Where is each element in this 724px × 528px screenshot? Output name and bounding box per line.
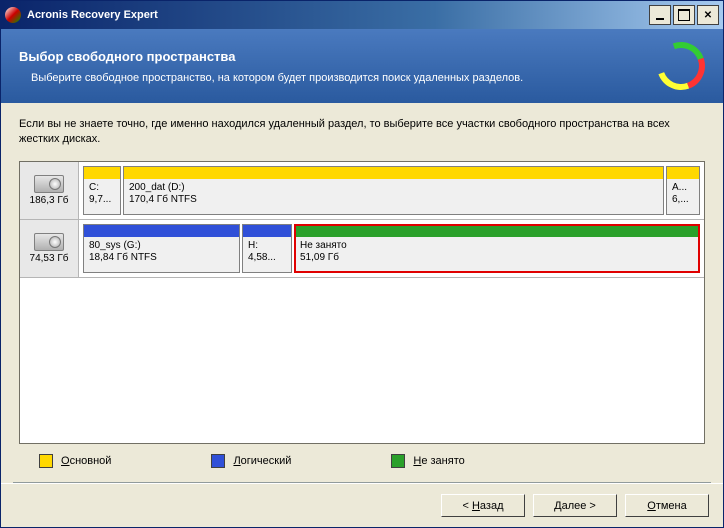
partition-strip: C: 9,7... 200_dat (D:) 170,4 Гб NTFS	[79, 162, 704, 219]
partition-label: C: 9,7...	[84, 179, 120, 214]
intro-text: Если вы не знаете точно, где именно нахо…	[19, 117, 705, 147]
minimize-button[interactable]	[649, 5, 671, 25]
disk-map: 186,3 Гб C: 9,7... 200_dat (D:)	[19, 161, 705, 444]
window-title: Acronis Recovery Expert	[27, 9, 158, 21]
wizard-footer: < Назад Далее > Отмена	[1, 483, 723, 527]
partition-g[interactable]: 80_sys (G:) 18,84 Гб NTFS	[83, 224, 240, 273]
partition-bar	[243, 225, 291, 237]
partition-bar	[124, 167, 663, 179]
partition-label: Не занято 51,09 Гб	[295, 237, 699, 272]
app-window: Acronis Recovery Expert Выбор свободного…	[0, 0, 724, 528]
maximize-button[interactable]	[673, 5, 695, 25]
partition-label: A... 6,...	[667, 179, 699, 214]
swatch-icon	[391, 454, 405, 468]
hdd-icon	[34, 175, 64, 193]
partition-strip: 80_sys (G:) 18,84 Гб NTFS H: 4,58...	[79, 220, 704, 277]
partition-label: H: 4,58...	[243, 237, 291, 272]
legend-logical: Логический	[211, 454, 291, 468]
swatch-icon	[211, 454, 225, 468]
partition-a[interactable]: A... 6,...	[666, 166, 700, 215]
back-button[interactable]: < Назад	[441, 494, 525, 517]
partition-c[interactable]: C: 9,7...	[83, 166, 121, 215]
legend: Основной Логический Не занято	[19, 444, 705, 478]
partition-bar	[84, 225, 239, 237]
partition-unallocated[interactable]: Не занято 51,09 Гб	[294, 224, 700, 273]
disk-size: 74,53 Гб	[30, 253, 69, 264]
hdd-icon	[34, 233, 64, 251]
cancel-button[interactable]: Отмена	[625, 494, 709, 517]
legend-unallocated: Не занято	[391, 454, 464, 468]
titlebar: Acronis Recovery Expert	[1, 1, 723, 29]
wizard-banner: Выбор свободного пространства Выберите с…	[1, 29, 723, 103]
partition-bar	[84, 167, 120, 179]
legend-primary: Основной	[39, 454, 111, 468]
page-title: Выбор свободного пространства	[19, 49, 649, 64]
disk-header: 74,53 Гб	[20, 220, 79, 277]
partition-label: 200_dat (D:) 170,4 Гб NTFS	[124, 179, 663, 214]
app-icon	[5, 7, 21, 23]
disk-size: 186,3 Гб	[30, 195, 69, 206]
partition-h[interactable]: H: 4,58...	[242, 224, 292, 273]
close-button[interactable]	[697, 5, 719, 25]
swatch-icon	[39, 454, 53, 468]
disk-row: 74,53 Гб 80_sys (G:) 18,84 Гб NTFS H:	[20, 220, 704, 278]
partition-label: 80_sys (G:) 18,84 Гб NTFS	[84, 237, 239, 272]
recycle-icon	[649, 38, 705, 94]
partition-bar	[295, 225, 699, 237]
page-subtitle: Выберите свободное пространство, на кото…	[19, 72, 649, 84]
content-area: Если вы не знаете точно, где именно нахо…	[1, 103, 723, 482]
disk-header: 186,3 Гб	[20, 162, 79, 219]
disk-row: 186,3 Гб C: 9,7... 200_dat (D:)	[20, 162, 704, 220]
partition-d[interactable]: 200_dat (D:) 170,4 Гб NTFS	[123, 166, 664, 215]
next-button[interactable]: Далее >	[533, 494, 617, 517]
partition-bar	[667, 167, 699, 179]
